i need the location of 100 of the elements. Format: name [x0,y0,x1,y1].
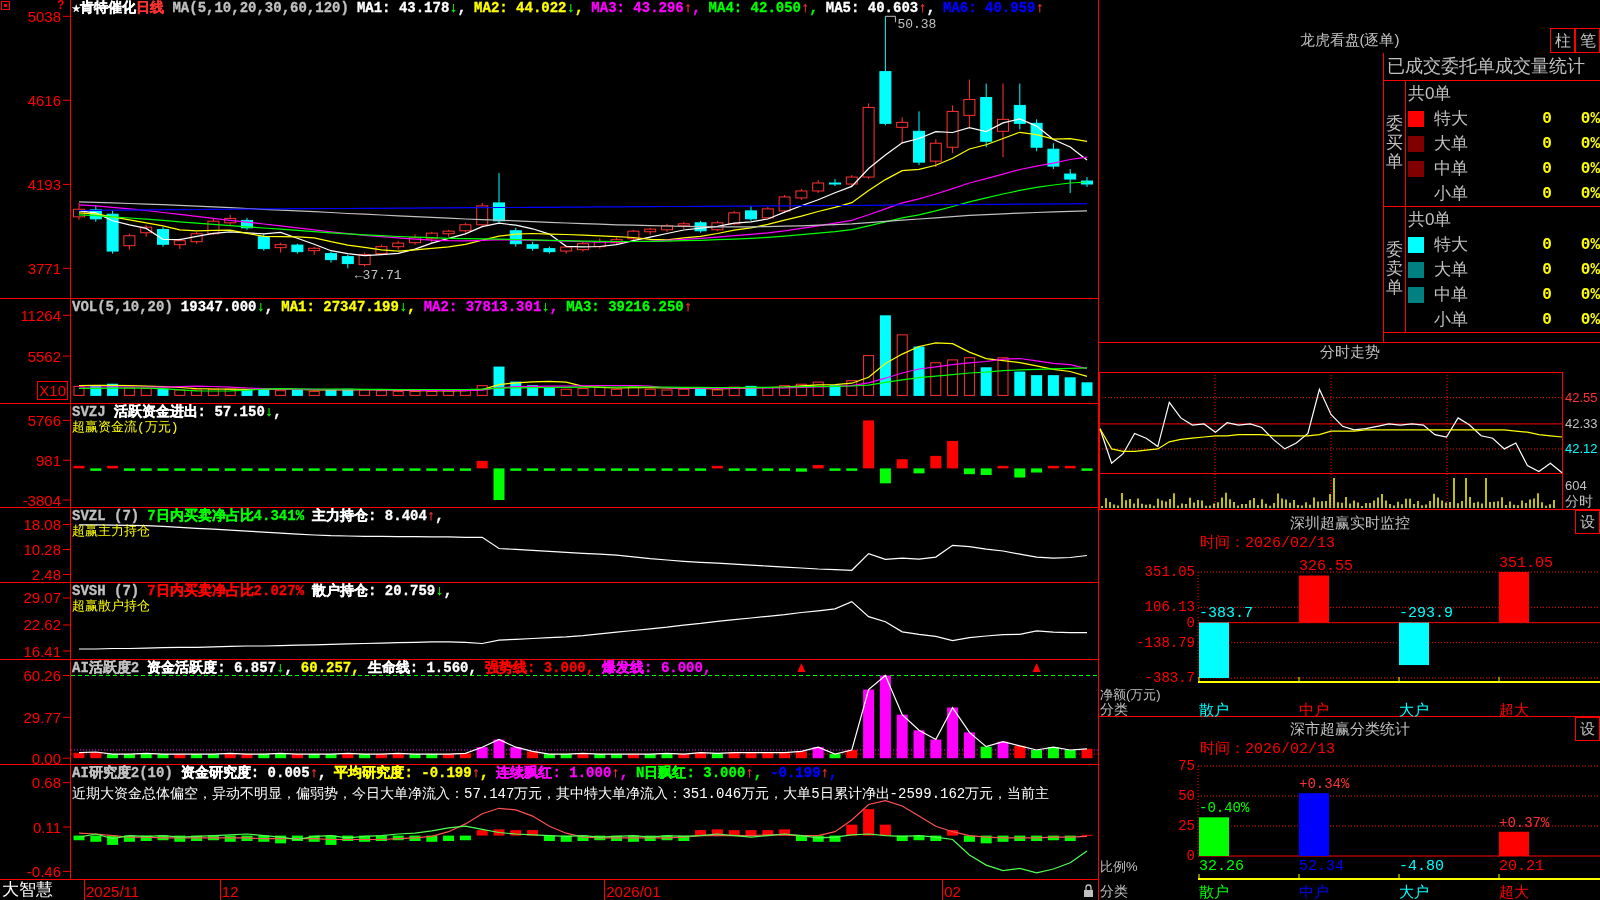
order-type-label: 小单 [1434,183,1469,205]
date-label: 2026/01 [606,882,661,900]
axis-label: 16.41 [23,642,61,659]
axis-title: 净额(万元) [1100,686,1161,702]
date-label: 2025/11 [86,882,140,900]
order-type-label: 特大 [1434,234,1469,256]
axis-label: 981 [35,451,61,469]
value-label: 32.26 [1199,857,1244,875]
axis-label: 60.26 [23,667,61,684]
order-share: 0% [1579,159,1600,178]
legend-item: 爆发线: 6.000, [602,661,712,676]
legend-item: MA2: 37813.301↓, [423,300,559,315]
order-type-label: 大单 [1434,133,1469,155]
legend-item: 散户持仓: 20.759↓, [312,584,453,599]
legend-item: N日飘红: 3.000↑, [636,766,763,781]
indicator-name: MA(5,10,20,30,60,120) [172,1,349,16]
axis-label: 75 [1178,758,1195,774]
axis-title: 比例% [1100,858,1138,874]
legend-item: 生命线: 1.560, [367,661,477,676]
category-label: 散户 [1199,882,1229,900]
axis-label: 42.33 [1565,416,1598,432]
axis-label: 106.13 [1144,599,1195,616]
time-label: 时间：2026/02/13 [1199,741,1336,758]
panel-title: 龙虎看盘(逐单) [1299,31,1400,50]
axis-label: 0.11 [32,818,61,836]
category-label: 中户 [1299,882,1329,900]
axis-label: 29.77 [23,708,61,726]
indicator-subtitle: 超赢资金流(万元) [72,420,179,435]
order-count: 0 [1541,109,1553,128]
legend-item: 连续飘红: 1.000↑, [496,766,629,781]
axis-title: 分类 [1100,883,1128,899]
volume-label: 分时 [1565,493,1593,509]
order-total: 共0单 [1407,209,1453,231]
legend-item: MA1: 27347.199↓, [281,300,416,315]
legend-item: MA3: 43.296↑, [591,1,701,16]
axis-label: -383.7 [1144,670,1195,686]
change-label: +0.37% [1499,814,1550,831]
category-label: 中户 [1299,700,1329,718]
panel-title: 深市超赢分类统计 [1289,719,1410,739]
legend-item: MA1: 43.178↓, [356,1,467,16]
panel-title: 深圳超赢实时监控 [1289,513,1410,533]
category-label: 散户 [1199,700,1229,718]
legend-item: 主力持仓: 8.404↑, [312,509,444,524]
order-share: 0% [1579,310,1600,329]
order-share: 0% [1579,184,1600,203]
category-label: 超大 [1499,882,1529,900]
axis-label: -0.46 [26,862,61,879]
panel-title: 分时走势 [1318,343,1381,362]
legend-item: 资金研究度: 0.005↑, [180,766,327,781]
axis-label: 5766 [27,411,61,429]
legend-item: 60.257, [300,661,360,676]
indicator-name: AI活跃度2 [72,661,140,676]
value-label: -4.80 [1399,857,1444,875]
legend-item: 强势线: 3.000, [484,661,595,676]
group-label: 委买单 [1386,115,1403,172]
axis-label: 18.08 [23,516,61,533]
legend-item: 资金活跃度: 6.857↓, [147,661,293,676]
axis-label: 0.68 [31,774,61,792]
order-type-label: 大单 [1434,259,1469,281]
legend-item: MA5: 40.603↑, [825,1,936,16]
indicator-name: AI研究度2(10) [72,766,173,781]
axis-label: -138.79 [1136,634,1195,651]
legend-item: 19347.000↓, [180,300,274,315]
axis-label: 4616 [27,91,61,109]
order-share: 0% [1579,285,1600,304]
help-mark: ? [57,0,65,12]
brand-name: 大智慧 [1,880,54,900]
legend-item: -0.199↑, [770,766,838,781]
axis-label: 351.05 [1144,564,1195,580]
axis-label: 0.00 [31,749,61,764]
value-label: 52.34 [1299,857,1344,875]
value-label: 326.55 [1299,558,1353,576]
order-type-label: 小单 [1434,309,1469,331]
axis-label: 3771 [27,259,61,277]
legend-item: 7日内买卖净占比4.341% [147,509,305,524]
axis-title: 分类 [1100,701,1128,717]
axis-label: 11264 [20,306,61,324]
order-share: 0% [1579,235,1600,254]
analysis-note: 近期大资金总体偏空，异动不明显，偏弱势，今日大单净流入：57.147万元，其中特大单净流入：351.046万元，大单5日累计净出-2599.162万元，当前主 [72,785,1050,803]
legend-item: MA6: 40.959↑ [943,1,1044,16]
value-label: -293.9 [1399,605,1453,623]
value-label: 351.05 [1499,554,1553,572]
legend-item: MA2: 44.022↓, [474,1,584,16]
value-label: 20.21 [1499,857,1544,875]
order-count: 0 [1541,285,1553,304]
axis-label: 25 [1178,818,1195,834]
order-total: 共0单 [1407,83,1453,105]
axis-label: 42.12 [1565,441,1598,457]
value-label: -383.7 [1199,605,1253,623]
order-count: 0 [1541,310,1553,329]
legend-item: MA3: 39216.250↑ [566,300,693,315]
price-label: 50.38 [897,16,937,32]
order-share: 0% [1579,134,1600,153]
change-label: +0.34% [1299,776,1350,793]
axis-label: 5562 [27,347,61,365]
legend-item: 活跃资金进出: 57.150↓, [113,405,282,420]
category-label: 大户 [1399,882,1429,900]
axis-label: -3804 [22,491,61,507]
order-count: 0 [1541,184,1553,203]
legend-item: 平均研究度: -0.199↑, [334,766,489,781]
